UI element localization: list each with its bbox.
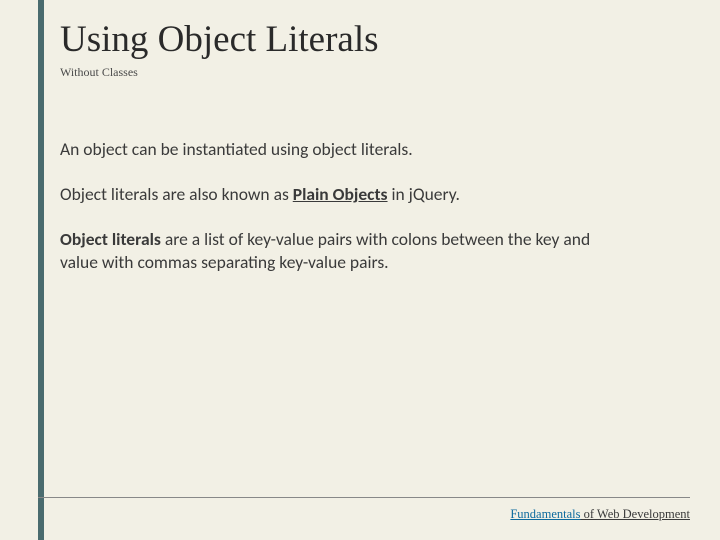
- para3-bold: Object literals: [60, 228, 161, 250]
- paragraph-1: An object can be instantiated using obje…: [60, 138, 600, 161]
- footer-divider: [38, 497, 690, 498]
- para2-bold: Plain Objects: [293, 183, 388, 205]
- paragraph-2: Object literals are also known as Plain …: [60, 183, 600, 206]
- para2-text-b: in jQuery.: [388, 183, 460, 205]
- footer-text: Fundamentals of Web Development: [510, 507, 690, 522]
- footer-rest: of Web Development: [581, 507, 691, 521]
- slide-title: Using Object Literals: [60, 18, 680, 61]
- paragraph-3: Object literals are a list of key-value …: [60, 228, 600, 274]
- slide-content: Using Object Literals Without Classes An…: [60, 18, 680, 296]
- para2-text-a: Object literals are also known as: [60, 183, 293, 205]
- footer-brand: Fundamentals: [510, 507, 580, 521]
- accent-bar: [38, 0, 44, 540]
- slide-subtitle: Without Classes: [60, 65, 680, 80]
